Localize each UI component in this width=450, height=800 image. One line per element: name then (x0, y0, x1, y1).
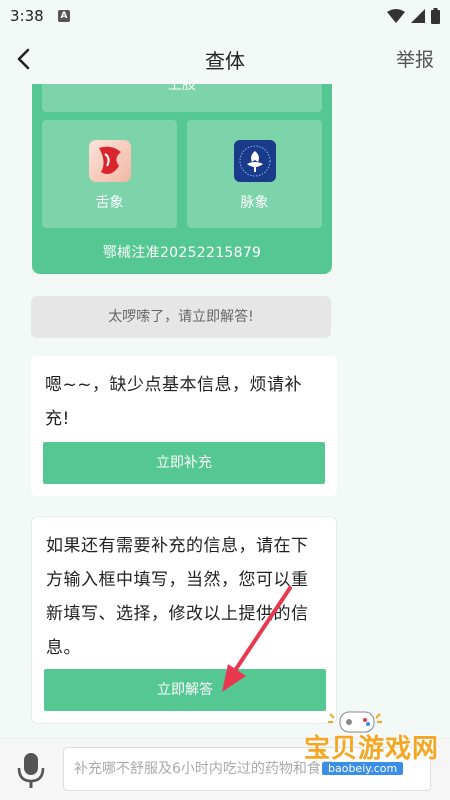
tile-label-tongue: 舌象 (95, 195, 124, 211)
registration-number: 鄂械注准20252215879 (102, 245, 262, 261)
microphone-icon (17, 753, 45, 788)
exam-tile-label: 上肢 (168, 84, 196, 93)
exam-tile-pulse[interactable]: 脉象 (187, 120, 322, 228)
status-icons (387, 8, 440, 24)
status-bar: 3:38 A (0, 0, 450, 32)
page-title: 查体 (205, 49, 245, 73)
watermark-url: baobeiy.com (322, 762, 404, 775)
exam-tile-tongue[interactable]: 舌象 (42, 120, 177, 228)
tile-label-pulse: 脉象 (240, 195, 269, 211)
notification-icon: A (58, 10, 70, 22)
supplement-now-button[interactable]: 立即补充 (43, 442, 325, 484)
status-time: 3:38 (10, 7, 44, 25)
pulse-icon (234, 140, 276, 182)
nav-bar: 查体 举报 (0, 32, 450, 84)
wifi-icon (387, 9, 405, 23)
answer-now-button[interactable]: 立即解答 (44, 669, 326, 711)
watermark-text: 宝贝游戏网 (304, 734, 440, 764)
exam-tile-upper-limb[interactable]: 上肢 (42, 84, 322, 112)
quick-reply-button[interactable]: 太啰嗦了，请立即解答! (31, 296, 331, 338)
tongue-icon (89, 140, 131, 182)
message-card: 嗯~~，缺少点基本信息，烦请补充! 立即补充 (31, 356, 337, 496)
message-text: 嗯~~，缺少点基本信息，烦请补充! (45, 375, 302, 429)
voice-input-button[interactable] (14, 751, 48, 789)
message-text: 如果还有需要补充的信息，请在下方输入框中填写，当然，您可以重新填写、选择，修改以… (46, 536, 309, 658)
signal-icon (411, 9, 425, 23)
exam-card: 上肢 舌象 脉象 鄂械注准20252215879 (32, 84, 332, 274)
message-card: 如果还有需要补充的信息，请在下方输入框中填写，当然，您可以重新填写、选择，修改以… (31, 516, 337, 724)
watermark-logo: 宝贝游戏网 baobeiy.com (290, 706, 450, 782)
battery-icon (431, 8, 440, 24)
report-button[interactable]: 举报 (396, 45, 434, 72)
